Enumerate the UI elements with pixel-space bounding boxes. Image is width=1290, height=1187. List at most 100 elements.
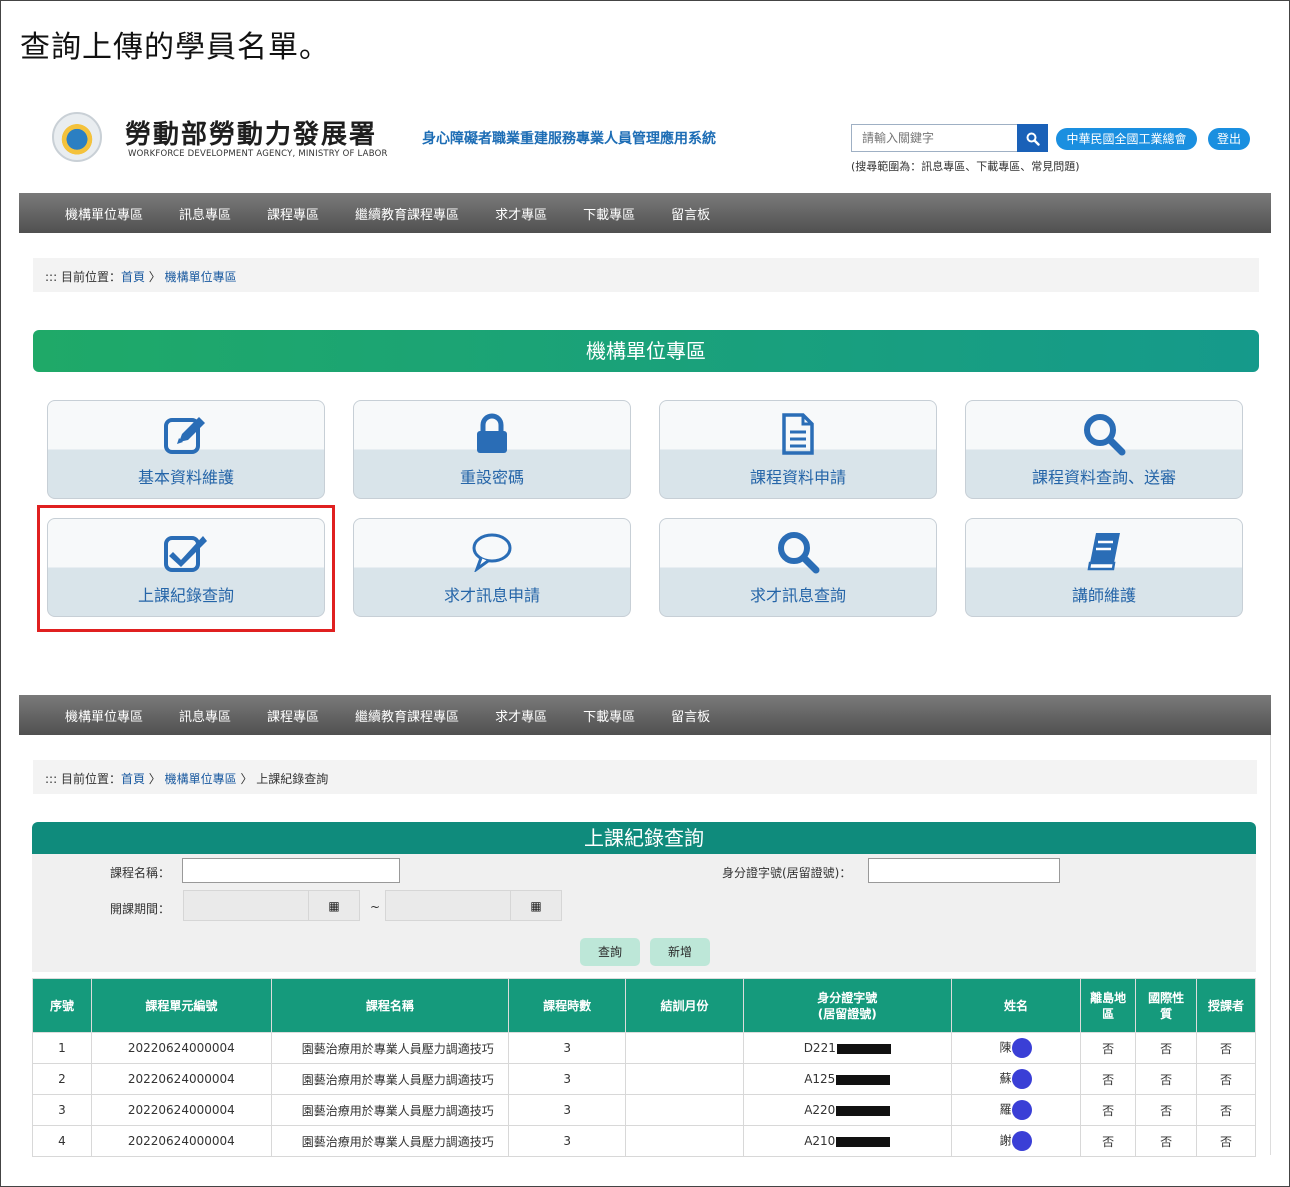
breadcrumb-home[interactable]: 首頁: [121, 772, 145, 786]
search-input[interactable]: [851, 124, 1018, 152]
cell-text: 20220624000004: [127, 1072, 235, 1086]
period-label: 開課期間：: [110, 902, 171, 916]
cell-text: 否: [1102, 1072, 1115, 1087]
search-button[interactable]: [1017, 124, 1048, 152]
column-header: 課程名稱: [270, 978, 510, 1033]
document-icon: [782, 413, 814, 455]
table-cell: 4: [32, 1125, 92, 1157]
cell-text: 否: [1219, 1041, 1232, 1056]
nav-item[interactable]: 求才專區: [495, 706, 547, 725]
redaction-dot: [1012, 1069, 1033, 1089]
user-org-badge[interactable]: 中華民國全國工業總會: [1056, 128, 1197, 150]
query-button[interactable]: 查詢: [580, 938, 640, 966]
table-cell: 20220624000004: [90, 1125, 272, 1157]
table-cell: [625, 1063, 744, 1095]
cell-text: 否: [1160, 1041, 1173, 1056]
cell-text: 園藝治療用於專業人員壓力調適技巧: [301, 1072, 494, 1087]
card-basic-info[interactable]: 基本資料維護: [47, 400, 325, 499]
nav-item[interactable]: 課程專區: [267, 204, 319, 223]
highlight-box: [37, 505, 335, 632]
breadcrumb-home[interactable]: 首頁: [121, 270, 145, 284]
caption: 查詢上傳的學員名單。: [20, 30, 330, 65]
calendar-icon: ▦: [328, 899, 340, 913]
main-nav: 機構單位專區 訊息專區 課程專區 繼續教育課程專區 求才專區 下載專區 留言板: [19, 193, 1271, 233]
id-number-input[interactable]: [868, 858, 1060, 883]
nav-item[interactable]: 下載專區: [583, 204, 635, 223]
table-row[interactable]: 1 20220624000004 園藝治療用於專業人員壓力調適技巧 3 D221 陳 否 否 否: [32, 1032, 1256, 1064]
table-cell: [625, 1094, 744, 1126]
breadcrumb-mid[interactable]: 機構單位專區: [165, 772, 237, 786]
cell-text: 3: [563, 1134, 571, 1148]
nav-item[interactable]: 課程專區: [267, 706, 319, 725]
nav-item[interactable]: 留言板: [671, 204, 710, 223]
table-cell: 羅: [950, 1094, 1082, 1126]
cell-text: 否: [1160, 1103, 1173, 1118]
breadcrumb-current[interactable]: 機構單位專區: [165, 270, 237, 284]
card-label: 課程資料申請: [749, 468, 846, 487]
nav-item[interactable]: 機構單位專區: [65, 706, 143, 725]
redaction-dot: [1012, 1038, 1033, 1058]
table-cell: 2: [32, 1063, 92, 1095]
cell-text: 3: [58, 1103, 66, 1117]
nav-item[interactable]: 機構單位專區: [65, 204, 143, 223]
card-label: 重設密碼: [459, 468, 524, 487]
cell-text: 否: [1102, 1103, 1115, 1118]
card-job-apply[interactable]: 求才訊息申請: [353, 518, 631, 617]
main-nav: 機構單位專區 訊息專區 課程專區 繼續教育課程專區 求才專區 下載專區 留言板: [19, 695, 1271, 735]
end-date-input[interactable]: [385, 890, 511, 921]
nav-item[interactable]: 求才專區: [495, 204, 547, 223]
system-name: 身心障礙者職業重建服務專業人員管理應用系統: [422, 131, 716, 147]
table-cell: 3: [508, 1032, 627, 1064]
column-header: 授課者: [1196, 978, 1256, 1033]
cell-text: 否: [1102, 1134, 1115, 1149]
logout-button[interactable]: 登出: [1208, 128, 1250, 150]
cell-text: 否: [1160, 1072, 1173, 1087]
breadcrumb: ::: 目前位置：首頁 〉 機構單位專區: [33, 258, 1259, 292]
table-cell: D221: [742, 1032, 952, 1064]
card-reset-password[interactable]: 重設密碼: [353, 400, 631, 499]
course-name-input[interactable]: [182, 858, 400, 883]
column-header: 結訓月份: [625, 978, 744, 1033]
card-job-query[interactable]: 求才訊息查詢: [659, 518, 937, 617]
record-title: 上課紀錄查詢: [32, 822, 1256, 854]
column-header: 姓名: [950, 978, 1082, 1033]
cell-text: 園藝治療用於專業人員壓力調適技巧: [301, 1103, 494, 1118]
cell-text: A210: [804, 1134, 836, 1148]
panel-border: [1270, 735, 1271, 1155]
table-row[interactable]: 3 20220624000004 園藝治療用於專業人員壓力調適技巧 3 A220 羅 否 否 否: [32, 1094, 1256, 1126]
table-cell: [625, 1032, 744, 1064]
card-course-apply[interactable]: 課程資料申請: [659, 400, 937, 499]
calendar-button[interactable]: ▦: [510, 890, 562, 921]
card-course-query[interactable]: 課程資料查詢、送審: [965, 400, 1243, 499]
cell-text: 謝: [999, 1133, 1012, 1148]
table-cell: A125: [742, 1063, 952, 1095]
card-label: 求才訊息查詢: [749, 586, 846, 605]
card-label: 課程資料查詢、送審: [1031, 468, 1176, 487]
table-cell: 否: [1196, 1094, 1256, 1126]
card-label: 求才訊息申請: [443, 586, 540, 605]
search-icon: [778, 532, 820, 574]
table-cell: 園藝治療用於專業人員壓力調適技巧: [270, 1063, 510, 1095]
nav-item[interactable]: 留言板: [671, 706, 710, 725]
redaction-dot: [1012, 1131, 1033, 1151]
redaction-block: [836, 1136, 891, 1147]
add-button[interactable]: 新增: [650, 938, 710, 966]
table-row[interactable]: 2 20220624000004 園藝治療用於專業人員壓力調適技巧 3 A125 蘇 否 否 否: [32, 1063, 1256, 1095]
table-cell: 否: [1080, 1032, 1137, 1064]
agency-logo[interactable]: [52, 112, 102, 162]
card-instructor-maintain[interactable]: 講師維護: [965, 518, 1243, 617]
nav-item[interactable]: 繼續教育課程專區: [355, 204, 459, 223]
nav-item[interactable]: 訊息專區: [179, 204, 231, 223]
breadcrumb-current: 上課紀錄查詢: [256, 772, 329, 786]
breadcrumb-sep: 〉: [236, 772, 257, 786]
start-date-input[interactable]: [183, 890, 309, 921]
nav-item[interactable]: 下載專區: [583, 706, 635, 725]
nav-item[interactable]: 訊息專區: [179, 706, 231, 725]
calendar-button[interactable]: ▦: [308, 890, 360, 921]
cell-text: A125: [804, 1072, 836, 1086]
nav-item[interactable]: 繼續教育課程專區: [355, 706, 459, 725]
table-row[interactable]: 4 20220624000004 園藝治療用於專業人員壓力調適技巧 3 A210 謝 否 否 否: [32, 1125, 1256, 1157]
table-cell: 陳: [950, 1032, 1082, 1064]
cell-text: 4: [58, 1134, 66, 1148]
table-cell: 謝: [950, 1125, 1082, 1157]
